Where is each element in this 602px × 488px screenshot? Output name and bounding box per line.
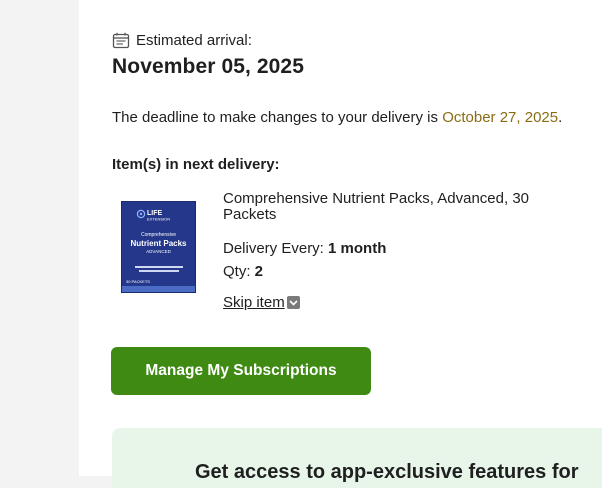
product-image-line2: Nutrient Packs <box>130 239 187 248</box>
deadline-text: The deadline to make changes to your del… <box>112 109 562 126</box>
app-promo-text: Get access to app-exclusive features for <box>195 461 579 483</box>
quantity: Qty: 2 <box>223 263 263 280</box>
skip-item-control[interactable]: Skip item <box>223 294 300 311</box>
product-name: Comprehensive Nutrient Packs, Advanced, … <box>223 190 529 223</box>
deadline-suffix: . <box>558 109 563 126</box>
skip-item-link[interactable]: Skip item <box>223 294 285 311</box>
product-image-fineprint <box>122 266 195 273</box>
manage-subscriptions-button[interactable]: Manage My Subscriptions <box>111 347 371 395</box>
product-image-line1: Comprehensive <box>140 232 177 238</box>
delivery-frequency-label: Delivery Every: <box>223 240 329 257</box>
quantity-label: Qty: <box>223 263 255 280</box>
left-gutter <box>0 0 79 476</box>
estimated-arrival-date: November 05, 2025 <box>112 55 304 78</box>
quantity-value: 2 <box>254 263 264 280</box>
product-image-line3: ADVANCED <box>146 249 171 254</box>
delivery-panel: Estimated arrival: November 05, 2025 The… <box>79 0 602 488</box>
product-info: Comprehensive Nutrient Packs, Advanced, … <box>223 191 563 223</box>
estimated-arrival-label: Estimated arrival: <box>136 32 252 49</box>
estimated-arrival-row: Estimated arrival: <box>112 32 252 49</box>
items-heading: Item(s) in next delivery: <box>112 156 280 173</box>
app-promo-banner: Get access to app-exclusive features for <box>112 428 602 488</box>
delivery-frequency: Delivery Every: 1 month <box>223 240 386 257</box>
deadline-prefix: The deadline to make changes to your del… <box>112 109 443 126</box>
calendar-icon <box>112 32 130 49</box>
deadline-date: October 27, 2025 <box>442 109 559 126</box>
delivery-frequency-value: 1 month <box>328 240 387 257</box>
product-image-stripe <box>122 286 195 292</box>
life-extension-logo: LIFE EXTENSION <box>136 209 170 222</box>
brand-sub-text: EXTENSION <box>147 217 170 222</box>
chevron-down-icon[interactable] <box>286 296 300 309</box>
product-image[interactable]: LIFE EXTENSION Comprehensive Nutrient Pa… <box>121 201 196 293</box>
product-image-count: 30 PACKETS <box>126 279 150 284</box>
